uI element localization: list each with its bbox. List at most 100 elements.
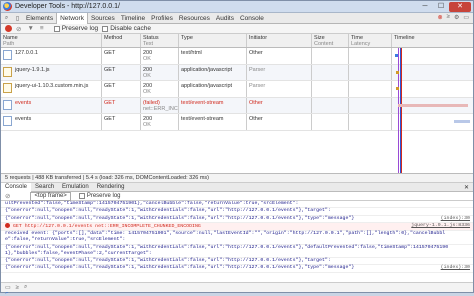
list-view-icon[interactable]: ≡ xyxy=(40,25,44,32)
cell-size xyxy=(312,48,349,64)
search-icon[interactable]: ⌕ xyxy=(24,284,27,291)
console-text: {"onerror":null,"onopen":null,"readyStat… xyxy=(5,215,355,221)
cell-time xyxy=(349,81,392,97)
drawer-tab-console[interactable]: Console xyxy=(1,182,32,192)
cell-type: application/javascript xyxy=(179,64,247,80)
maximize-button[interactable]: ☐ xyxy=(433,2,449,12)
console-log-line: {"onerror":null,"onopen":null,"readyStat… xyxy=(1,216,473,223)
minimize-button[interactable]: ─ xyxy=(417,2,433,12)
document-file-icon xyxy=(3,116,12,126)
cell-size xyxy=(312,114,349,130)
window-title: Developer Tools - http://127.0.0.1/ xyxy=(15,3,120,10)
tab-right-icons: ⊗ ≥ ⚙ ▭ xyxy=(438,14,469,21)
cell-type: application/javascript xyxy=(179,81,247,97)
error-count-icon[interactable]: ⊗ xyxy=(438,14,443,21)
console-preserve-log-checkbox[interactable] xyxy=(78,193,85,199)
drawer-tab-emulation[interactable]: Emulation xyxy=(58,183,93,192)
console-log-line: received event: {"ports":[],"data":"time… xyxy=(1,231,473,245)
title-bar: Developer Tools - http://127.0.0.1/ ─ ☐ … xyxy=(1,1,473,13)
tab-network[interactable]: Network xyxy=(56,12,88,24)
tab-profiles[interactable]: Profiles xyxy=(148,13,176,24)
cell-status: 200 OK xyxy=(141,114,179,130)
source-link[interactable]: (index):30 xyxy=(441,265,470,271)
clear-icon[interactable]: ⊘ xyxy=(16,25,21,33)
frame-select[interactable]: <top frame> xyxy=(30,191,71,201)
col-timeline-header[interactable]: Timeline xyxy=(392,34,473,47)
timeline-bar-3 xyxy=(396,87,399,90)
col-method-header[interactable]: Method xyxy=(102,34,141,47)
console-log-line: {"onerror":null,"onopen":null,"readyStat… xyxy=(1,208,473,216)
drawer-tab-search[interactable]: Search xyxy=(31,183,58,192)
network-grid: Name Path Method Status Text Type Initiato… xyxy=(1,34,473,174)
document-file-icon xyxy=(3,50,12,60)
console-drawer-icon[interactable]: ≥ xyxy=(447,14,450,21)
source-link[interactable]: (index):30 xyxy=(441,216,470,222)
console-text: received event: {"ports":[],"data":"time… xyxy=(5,230,446,243)
panel-tabs: ⌕ ▯ Elements Network Sources Timeline Pr… xyxy=(1,12,473,24)
cell-method: GET xyxy=(102,114,141,130)
devtools-window: Developer Tools - http://127.0.0.1/ ─ ☐ … xyxy=(0,0,474,296)
col-status-header[interactable]: Status Text xyxy=(141,34,179,47)
disable-cache-checkbox[interactable] xyxy=(102,25,109,32)
cell-status: 200 OK xyxy=(141,81,179,97)
col-type-header[interactable]: Type xyxy=(179,34,247,47)
tab-console[interactable]: Console xyxy=(237,13,267,24)
cell-size xyxy=(312,64,349,80)
cell-size xyxy=(312,97,349,113)
record-icon[interactable] xyxy=(5,25,12,32)
console-preserve-log-label: Preserve log xyxy=(86,193,121,199)
tab-elements[interactable]: Elements xyxy=(23,13,56,24)
cell-initiator: Parser xyxy=(247,64,312,80)
cell-name: jquery-ui-1.10.3.custom.min.js xyxy=(1,81,102,97)
col-name-header[interactable]: Name Path xyxy=(1,34,102,47)
filter-icon[interactable]: ▼ xyxy=(27,25,33,32)
inspect-icon[interactable]: ⌕ xyxy=(3,15,10,22)
cell-time xyxy=(349,97,392,113)
settings-icon[interactable]: ⚙ xyxy=(454,14,459,21)
cell-initiator: Other xyxy=(247,48,312,64)
cell-type: text/event-stream xyxy=(179,114,247,130)
console-text: ultPrevented":false,"timeStamp":14157047… xyxy=(5,201,299,206)
console-text: {"onerror":null,"onopen":null,"readyStat… xyxy=(5,208,331,214)
cell-initiator: Other xyxy=(247,97,312,113)
timeline-red-marker xyxy=(401,48,402,173)
cell-method: GET xyxy=(102,48,141,64)
console-text: {"onerror":null,"onopen":null,"readyStat… xyxy=(5,258,331,264)
preserve-log-checkbox[interactable] xyxy=(53,25,60,32)
device-mode-icon[interactable]: ▯ xyxy=(14,15,21,22)
console-clear-icon[interactable]: ⊘ xyxy=(5,192,10,200)
col-initiator-header[interactable]: Initiator xyxy=(247,34,312,47)
source-link[interactable]: jquery-1.9.1.js:8336 xyxy=(411,223,470,229)
network-toolbar: ⊘ ▼ ≡ Preserve log Disable cache xyxy=(1,24,473,34)
cell-type: text/html xyxy=(179,48,247,64)
tab-audits[interactable]: Audits xyxy=(213,13,237,24)
console-log-line: {"onerror":null,"onopen":null,"readyStat… xyxy=(1,245,473,259)
cell-initiator: Other xyxy=(247,114,312,130)
cell-status: (failed) net::ERR_INC... xyxy=(143,97,179,113)
bottom-toolbar: ▭ ≥ ⌕ xyxy=(1,282,473,292)
close-button[interactable]: ✕ xyxy=(449,1,471,12)
drawer-close-icon[interactable]: ✕ xyxy=(464,184,469,191)
col-size-header[interactable]: Size Content xyxy=(312,34,349,47)
cell-method: GET xyxy=(102,81,141,97)
cell-method: GET xyxy=(102,97,141,113)
script-file-icon xyxy=(3,83,12,93)
dock-icon[interactable]: ▭ xyxy=(463,14,469,21)
timeline-graph xyxy=(394,48,474,173)
console-output[interactable]: ultPrevented":false,"timeStamp":14157047… xyxy=(1,201,473,289)
show-drawer-icon[interactable]: ≥ xyxy=(16,285,19,291)
drawer-tab-rendering[interactable]: Rendering xyxy=(93,183,129,192)
timeline-bar-2 xyxy=(396,71,399,74)
tab-timeline[interactable]: Timeline xyxy=(118,13,148,24)
tab-resources[interactable]: Resources xyxy=(176,13,213,24)
cell-time xyxy=(349,64,392,80)
grid-header: Name Path Method Status Text Type Initiato… xyxy=(1,34,473,48)
timeline-bar-5 xyxy=(454,120,470,123)
console-error-line: GET http://127.0.0.1/events net::ERR_INC… xyxy=(1,222,473,231)
cell-name: events xyxy=(1,97,102,113)
dock-side-icon[interactable]: ▭ xyxy=(5,284,11,291)
document-file-icon xyxy=(3,99,12,110)
col-time-header[interactable]: Time Latency xyxy=(349,34,392,47)
tab-sources[interactable]: Sources xyxy=(88,13,118,24)
drawer-tabs: Console Search Emulation Rendering ✕ xyxy=(1,182,473,192)
